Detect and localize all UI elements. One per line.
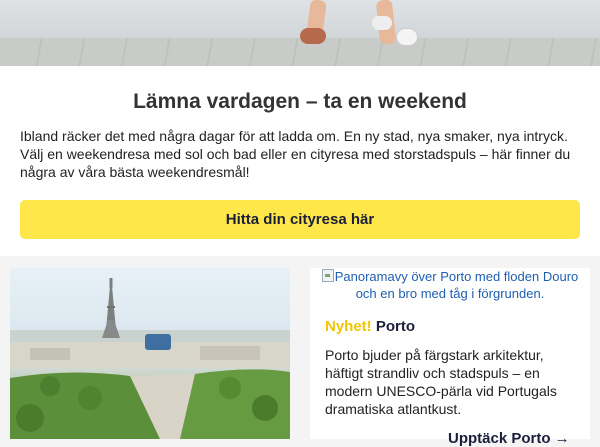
porto-title-text: Porto	[375, 318, 416, 335]
hero-shoe-right-top	[372, 16, 392, 30]
porto-image-alt[interactable]: Panoramavy över Porto med floden Douro o…	[310, 268, 590, 302]
eiffel-tower-icon	[102, 278, 120, 338]
porto-title: Nyhet! Porto	[325, 318, 415, 335]
paris-skyline-illustration	[10, 278, 290, 439]
hero-pavement	[0, 38, 600, 66]
hero-shoe-right	[396, 28, 418, 46]
intro-text: Ibland räcker det med några dagar för at…	[20, 128, 571, 180]
hero-shoe-left	[300, 28, 326, 44]
paris-image[interactable]	[10, 268, 290, 439]
porto-description: Porto bjuder på färgstark arkitektur, hä…	[325, 347, 557, 417]
broken-image-icon	[321, 269, 334, 282]
new-badge: Nyhet!	[325, 318, 372, 335]
glass-roof-building	[145, 334, 171, 350]
headline: Lämna vardagen – ta en weekend	[133, 90, 467, 113]
hero-image	[0, 0, 600, 66]
porto-image-alt-text: Panoramavy över Porto med floden Douro o…	[334, 269, 579, 301]
porto-card: Panoramavy över Porto med floden Douro o…	[310, 268, 590, 447]
city-trip-cta-button[interactable]: Hitta din cityresa här	[20, 200, 580, 239]
